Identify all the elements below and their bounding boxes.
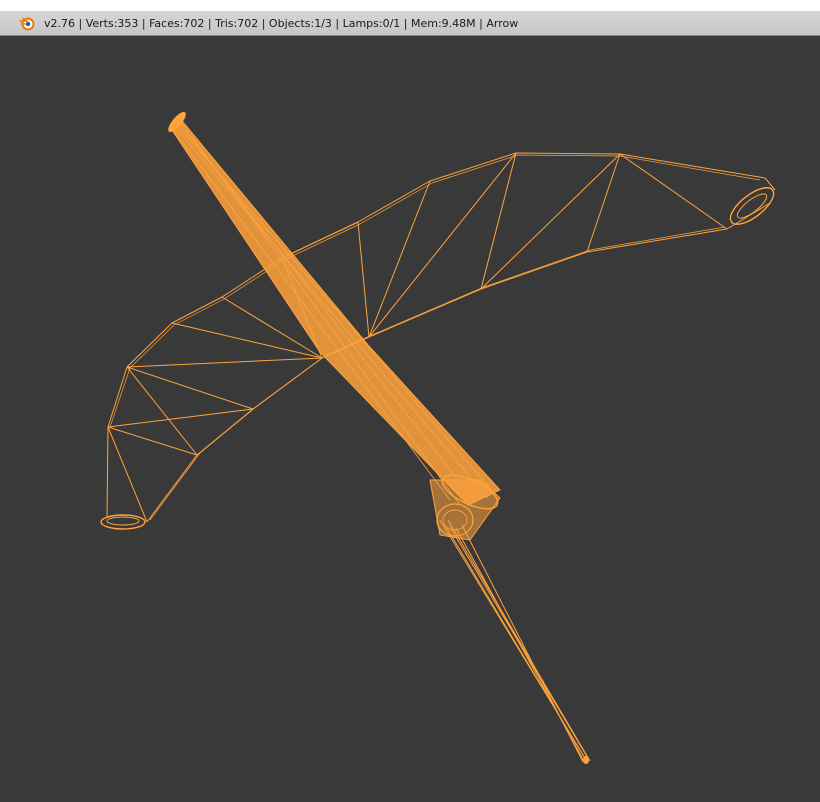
arrow-shaft-wireframe [168, 111, 591, 764]
window-top-strip [0, 0, 820, 11]
info-header: v2.76 | Verts:353 | Faces:702 | Tris:702… [0, 11, 820, 36]
3d-viewport[interactable] [0, 36, 820, 802]
blender-window: v2.76 | Verts:353 | Faces:702 | Tris:702… [0, 0, 820, 802]
scene-statistics: v2.76 | Verts:353 | Faces:702 | Tris:702… [44, 16, 519, 30]
wireframe-render [100, 111, 776, 764]
blender-logo-icon[interactable] [18, 14, 36, 32]
